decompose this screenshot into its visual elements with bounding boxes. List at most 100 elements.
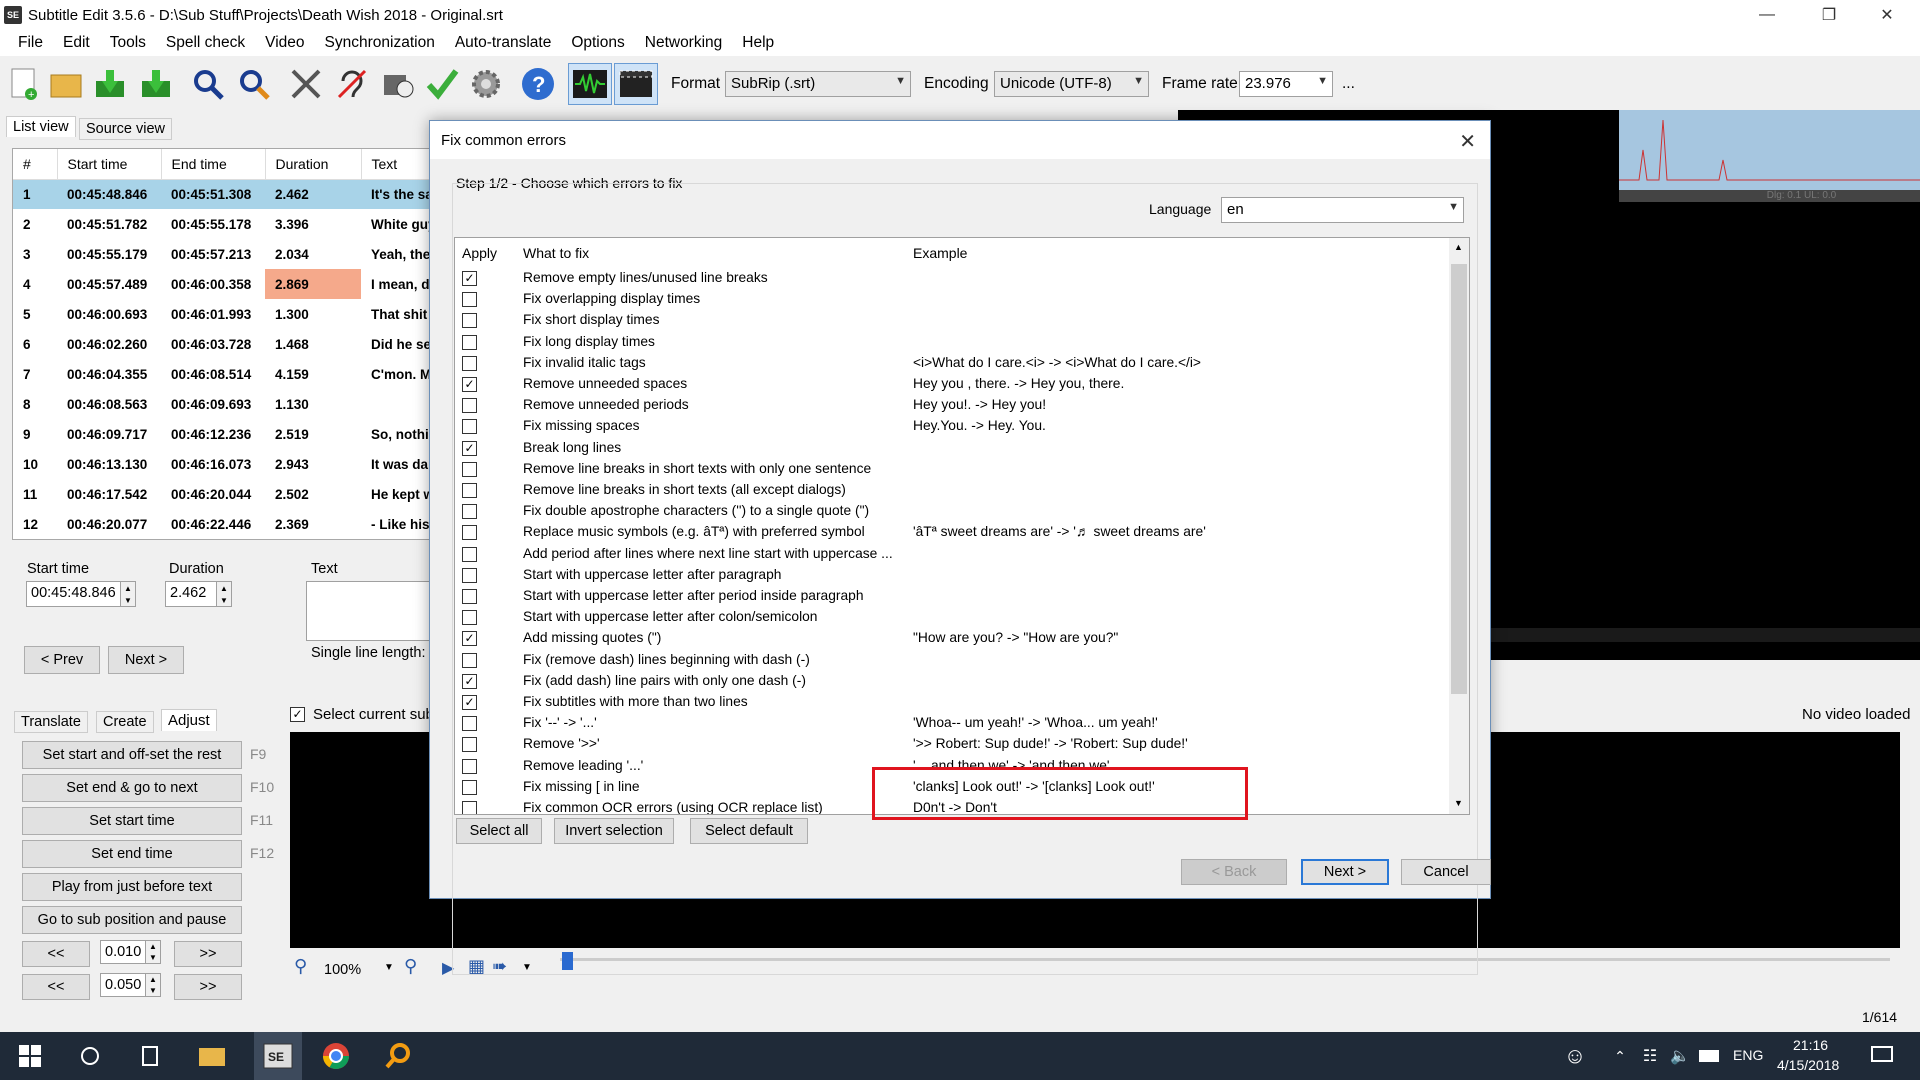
column-start-time[interactable]: Start time <box>57 149 162 180</box>
fix-row[interactable]: Fix (remove dash) lines beginning with d… <box>455 650 1445 671</box>
fix-common-errors-icon[interactable] <box>286 64 326 104</box>
close-icon[interactable]: ✕ <box>1864 0 1910 30</box>
open-folder-icon[interactable] <box>46 64 86 104</box>
next-button[interactable]: Next > <box>108 646 184 674</box>
restore-icon[interactable]: ❐ <box>1806 0 1852 30</box>
cancel-button[interactable]: Cancel <box>1401 859 1491 885</box>
windows-start-icon[interactable] <box>10 1036 50 1076</box>
header-what-to-fix[interactable]: What to fix <box>523 245 589 261</box>
apply-checkbox[interactable] <box>462 801 477 814</box>
video-toggle-icon[interactable] <box>614 63 658 105</box>
table-row[interactable]: 3 00:45:55.179 00:45:57.213 2.034 Yeah, the <box>13 239 431 269</box>
battery-icon[interactable] <box>1690 1036 1730 1076</box>
tab-source-view[interactable]: Source view <box>79 118 172 140</box>
file-explorer-icon[interactable] <box>192 1036 232 1076</box>
next-dialog-button[interactable]: Next > <box>1301 859 1389 885</box>
table-row[interactable]: 11 00:46:17.542 00:46:20.044 2.502 He kept w <box>13 479 431 509</box>
adjust-button[interactable]: Play from just before text <box>22 873 242 901</box>
replace-icon[interactable] <box>234 64 274 104</box>
scroll-thumb[interactable] <box>1451 264 1467 694</box>
fix-row[interactable]: Start with uppercase letter after colon/… <box>455 607 1445 628</box>
fix-row[interactable]: Fix short display times <box>455 310 1445 331</box>
invert-selection-button[interactable]: Invert selection <box>554 818 674 844</box>
apply-checkbox[interactable] <box>462 525 477 541</box>
tab-adjust[interactable]: Adjust <box>161 709 217 731</box>
apply-checkbox[interactable] <box>462 610 477 626</box>
format-select[interactable]: SubRip (.srt) ▼ <box>725 71 911 97</box>
apply-checkbox[interactable] <box>462 355 477 371</box>
frame-rate-select[interactable]: 23.976 ▼ <box>1239 71 1333 97</box>
apply-checkbox[interactable] <box>462 567 477 583</box>
scroll-down-icon[interactable]: ▼ <box>1454 798 1463 808</box>
language-select[interactable]: en ▼ <box>1221 197 1464 223</box>
notifications-icon[interactable] <box>1862 1036 1902 1076</box>
fix-row[interactable]: Start with uppercase letter after paragr… <box>455 565 1445 586</box>
apply-checkbox[interactable] <box>462 419 477 435</box>
select-default-button[interactable]: Select default <box>690 818 808 844</box>
select-current-checkbox[interactable]: ✓ <box>290 707 305 722</box>
apply-checkbox[interactable] <box>462 483 477 498</box>
people-icon[interactable]: ☺ <box>1555 1036 1595 1076</box>
visual-sync-icon[interactable] <box>378 64 418 104</box>
start-time-spinner[interactable]: ▲ ▼ <box>120 581 136 607</box>
apply-checkbox[interactable] <box>462 737 477 753</box>
apply-checkbox[interactable] <box>462 589 477 604</box>
header-apply[interactable]: Apply <box>462 245 497 261</box>
apply-checkbox[interactable] <box>462 716 477 732</box>
menu-synchronization[interactable]: Synchronization <box>315 34 445 52</box>
encoding-select[interactable]: Unicode (UTF-8) ▼ <box>994 71 1149 97</box>
apply-checkbox[interactable] <box>462 779 477 795</box>
fix-row[interactable]: Fix long display times <box>455 332 1445 353</box>
column-number[interactable]: # <box>13 149 58 180</box>
table-row[interactable]: 7 00:46:04.355 00:46:08.514 4.159 C'mon. M <box>13 359 431 389</box>
table-row[interactable]: 1 00:45:48.846 00:45:51.308 2.462 It's the s… <box>13 179 431 209</box>
apply-checkbox[interactable] <box>462 546 477 562</box>
menu-tools[interactable]: Tools <box>100 34 156 52</box>
save-icon[interactable] <box>90 64 130 104</box>
adjust-button[interactable]: Set end time <box>22 840 242 868</box>
subtitle-edit-taskbar-icon[interactable]: SE <box>254 1032 302 1080</box>
select-all-button[interactable]: Select all <box>456 818 542 844</box>
clock-time[interactable]: 21:16 <box>1793 1037 1828 1053</box>
search-icon[interactable] <box>70 1036 110 1076</box>
column-duration[interactable]: Duration <box>265 149 362 180</box>
step-large-spinner[interactable]: ▲ ▼ <box>145 973 161 997</box>
fix-row[interactable]: ✓ Remove unneeded spaces Hey you , there. … <box>455 374 1445 395</box>
fix-row[interactable]: ✓ Fix subtitles with more than two lines <box>455 692 1445 713</box>
tab-create[interactable]: Create <box>96 711 154 733</box>
fix-row[interactable]: Start with uppercase letter after period… <box>455 586 1445 607</box>
fix-row[interactable]: ✓ Fix (add dash) line pairs with only one… <box>455 671 1445 692</box>
text-editor[interactable] <box>306 581 432 641</box>
tab-translate[interactable]: Translate <box>14 711 88 733</box>
apply-checkbox[interactable] <box>462 758 477 774</box>
fix-row[interactable]: Remove line breaks in short texts (all e… <box>455 480 1445 501</box>
search-app-icon[interactable] <box>378 1036 418 1076</box>
scroll-up-icon[interactable]: ▲ <box>1454 242 1463 252</box>
menu-spell-check[interactable]: Spell check <box>156 34 255 52</box>
fix-row[interactable]: Fix '--' -> '...' 'Whoa-- um yeah!' -> 'W… <box>455 713 1445 734</box>
back-button[interactable]: < Back <box>1181 859 1287 885</box>
apply-checkbox[interactable] <box>462 652 477 668</box>
apply-checkbox[interactable] <box>462 504 477 520</box>
fix-row[interactable]: Fix invalid italic tags <i>What do I care… <box>455 353 1445 374</box>
table-row[interactable]: 2 00:45:51.782 00:45:55.178 3.396 White guy <box>13 209 431 239</box>
apply-checkbox[interactable] <box>462 292 477 308</box>
menu-file[interactable]: File <box>8 34 53 52</box>
clock-date[interactable]: 4/15/2018 <box>1777 1057 1839 1073</box>
fix-row[interactable]: Fix overlapping display times <box>455 289 1445 310</box>
adjust-button[interactable]: Go to sub position and pause <box>22 906 242 934</box>
back-small-button[interactable]: << <box>22 941 90 967</box>
task-view-icon[interactable] <box>130 1036 170 1076</box>
settings-gear-icon[interactable] <box>466 64 506 104</box>
menu-networking[interactable]: Networking <box>635 34 733 52</box>
apply-checkbox[interactable] <box>462 398 477 414</box>
apply-checkbox[interactable]: ✓ <box>462 271 477 286</box>
apply-checkbox[interactable]: ✓ <box>462 631 477 647</box>
language-indicator[interactable]: ENG <box>1733 1047 1763 1063</box>
table-row[interactable]: 10 00:46:13.130 00:46:16.073 2.943 It was da <box>13 449 431 479</box>
fix-row[interactable]: ✓ Remove empty lines/unused line breaks <box>455 268 1445 289</box>
duration-spinner[interactable]: ▲ ▼ <box>216 581 232 607</box>
chevron-down-icon[interactable]: ▼ <box>384 962 394 973</box>
step-small-spinner[interactable]: ▲ ▼ <box>145 940 161 964</box>
find-icon[interactable] <box>188 64 228 104</box>
